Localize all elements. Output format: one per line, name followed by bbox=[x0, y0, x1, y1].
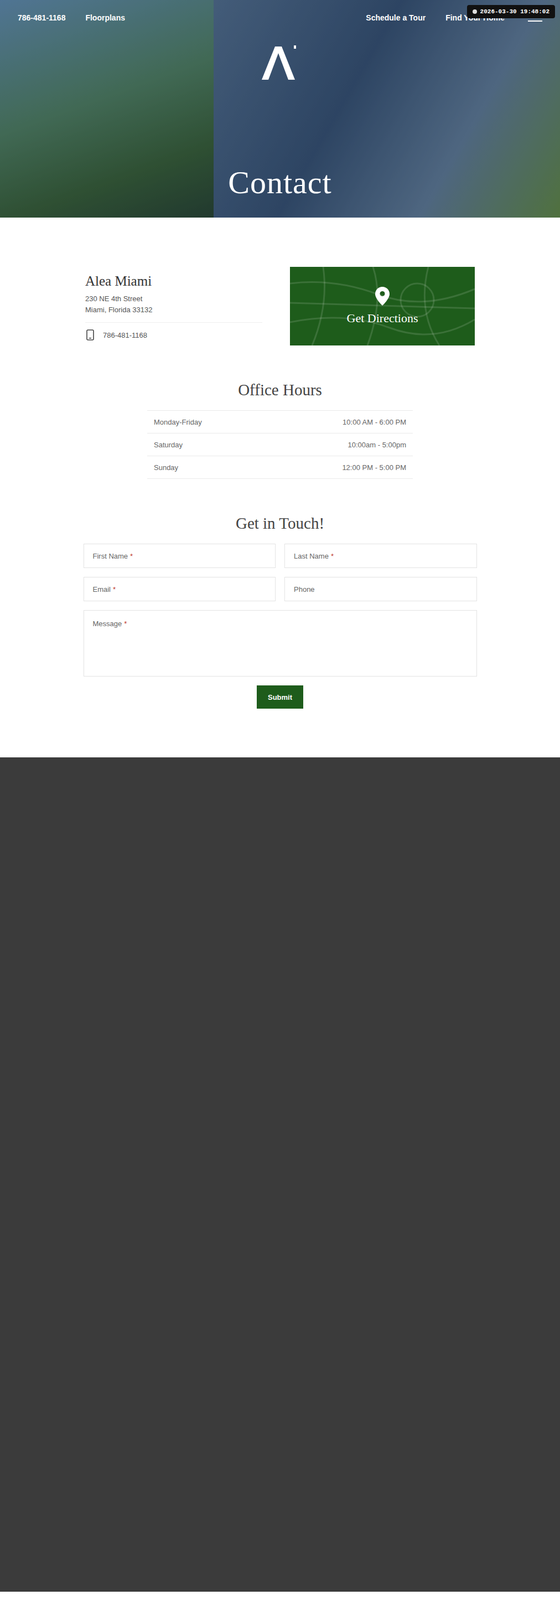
message-textarea[interactable]: Message * bbox=[83, 609, 477, 677]
map-pattern-icon bbox=[289, 266, 475, 346]
phone-icon bbox=[86, 329, 95, 341]
page: 786-481-1168 Floorplans Schedule a Tour F… bbox=[0, 0, 560, 1591]
property-name: Alea Miami bbox=[85, 273, 263, 289]
hours-row: Saturday10:00am - 5:00pm bbox=[147, 433, 413, 456]
submit-button[interactable]: Submit bbox=[256, 685, 304, 709]
hero: 786-481-1168 Floorplans Schedule a TourF… bbox=[0, 0, 560, 218]
text-field[interactable]: Last Name * bbox=[284, 543, 477, 568]
logo-icon[interactable] bbox=[260, 44, 300, 81]
content: Alea Miami 230 NE 4th StreetMiami, Flori… bbox=[0, 217, 560, 757]
hours-row: Sunday12:00 PM - 5:00 PM bbox=[147, 455, 413, 479]
timestamp-badge: 2026-03-30 19:48:02 bbox=[467, 4, 556, 19]
form-title: Get in Touch! bbox=[0, 514, 560, 533]
text-field[interactable]: Email * bbox=[83, 576, 277, 601]
contact-form: Get in Touch! First Name * Last Name * Ema… bbox=[0, 514, 560, 709]
nav-link[interactable]: Floorplans bbox=[85, 13, 126, 23]
office-hours-title: Office Hours bbox=[0, 380, 560, 399]
page-title: Contact bbox=[0, 163, 560, 201]
office-hours: Office Hours Monday-Friday10:00 AM - 6:0… bbox=[0, 380, 560, 479]
hours-table: Monday-Friday10:00 AM - 6:00 PMSaturday1… bbox=[147, 410, 413, 479]
text-field[interactable]: Phone bbox=[284, 576, 477, 601]
directions-card[interactable]: Get Directions bbox=[289, 266, 475, 346]
nav-link[interactable]: Schedule a Tour bbox=[365, 13, 426, 23]
hours-row: Monday-Friday10:00 AM - 6:00 PM bbox=[147, 410, 413, 434]
text-field[interactable]: First Name * bbox=[83, 543, 277, 568]
contact-info: Alea Miami 230 NE 4th StreetMiami, Flori… bbox=[85, 266, 475, 346]
phone-row[interactable]: 786-481-1168 bbox=[85, 322, 263, 341]
address: 230 NE 4th StreetMiami, Florida 33132 bbox=[85, 293, 263, 323]
footer bbox=[0, 756, 560, 1591]
nav-phone[interactable]: 786-481-1168 bbox=[17, 13, 66, 23]
